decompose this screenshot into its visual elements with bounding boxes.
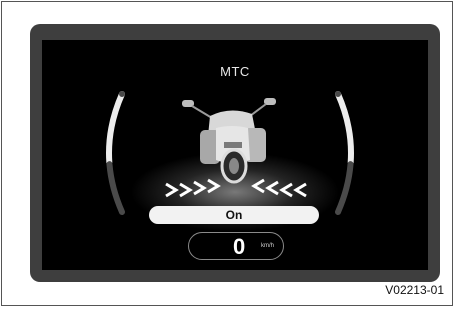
dashboard-screen: MTC On 0 km/h xyxy=(42,40,428,270)
left-gauge-arc xyxy=(106,91,125,215)
speed-value: 0 xyxy=(233,234,246,259)
status-text: On xyxy=(225,208,243,222)
mode-title: MTC xyxy=(220,64,250,79)
speed-readout: 0 km/h xyxy=(188,232,284,260)
figure-code: V02213-01 xyxy=(385,283,444,297)
chevron-arrows-icon xyxy=(165,178,221,198)
figure-frame: MTC On 0 km/h V02213-01 xyxy=(1,1,453,306)
chevron-arrows-icon xyxy=(251,178,307,198)
status-indicator: On xyxy=(149,206,319,224)
motorcycle-rear-icon xyxy=(182,98,276,184)
speed-unit: km/h xyxy=(261,243,275,249)
